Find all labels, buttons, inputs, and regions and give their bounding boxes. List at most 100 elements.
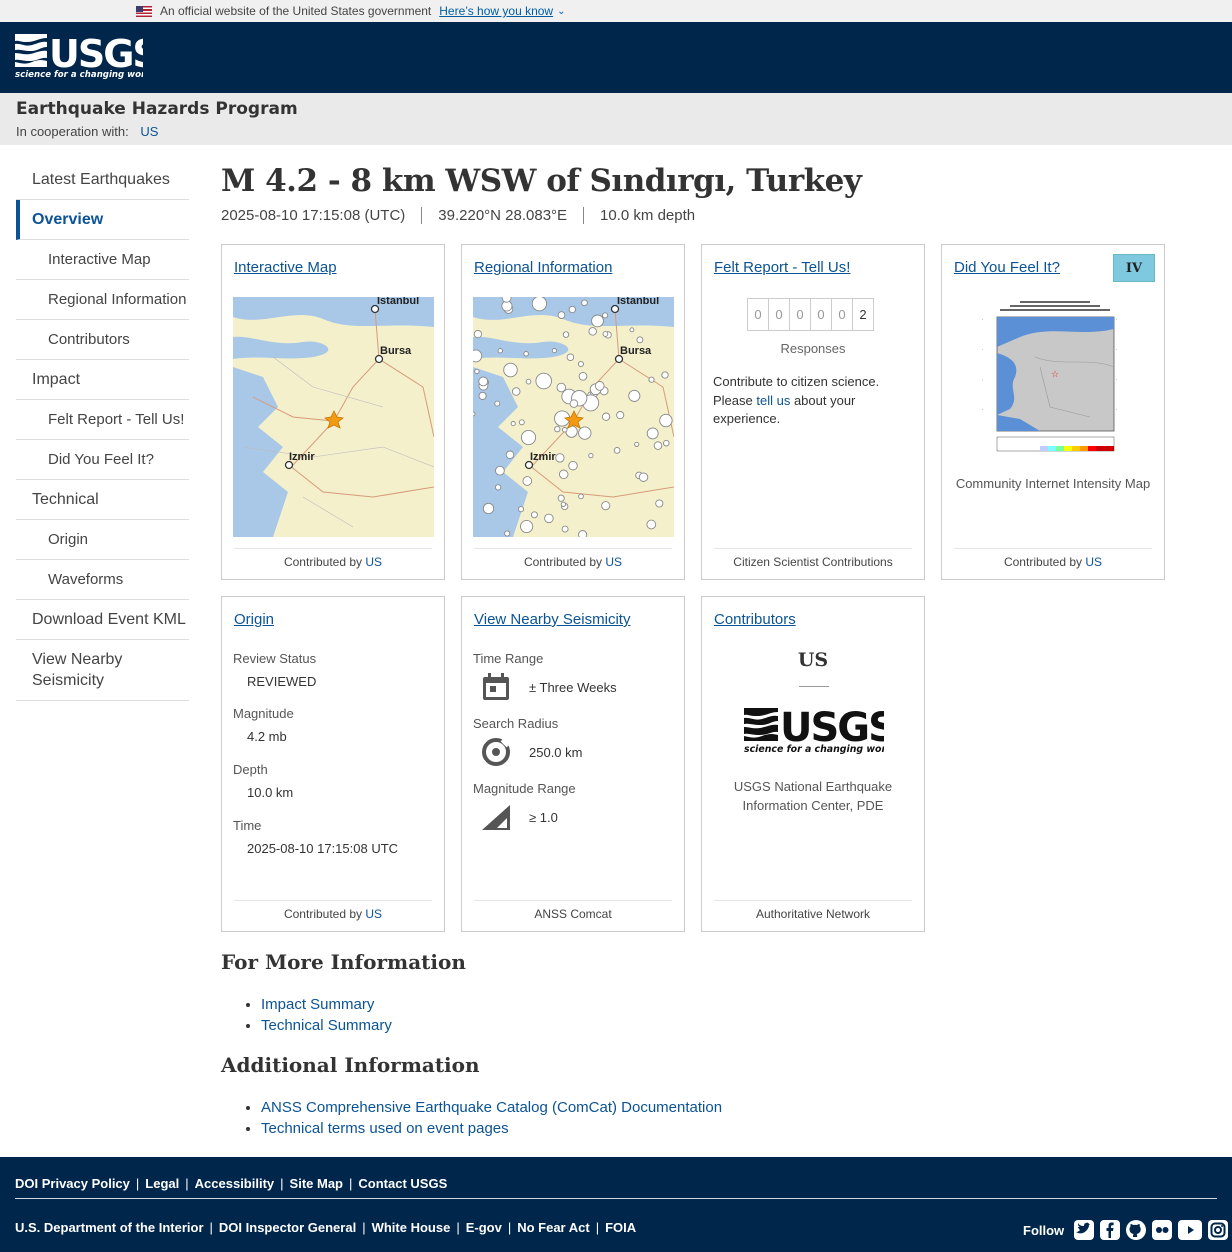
response-counter: 0 0 0 0 0 2 bbox=[747, 298, 874, 331]
sidebar-item-download-event-kml[interactable]: Download Event KML bbox=[16, 600, 189, 640]
footer-separator: | bbox=[507, 1220, 512, 1235]
seismicity-dot bbox=[577, 360, 584, 368]
sidebar-item-waveforms[interactable]: Waveforms bbox=[16, 560, 189, 600]
list-item: Impact Summary bbox=[261, 994, 392, 1015]
contributor-link[interactable]: US bbox=[605, 555, 622, 569]
footer-link-doi-privacy-policy[interactable]: DOI Privacy Policy bbox=[15, 1176, 130, 1191]
citizen-science-text: Contribute to citizen science. Please te… bbox=[713, 373, 904, 429]
seismicity-dot bbox=[557, 311, 566, 319]
dyfi-card[interactable]: Did You Feel It? IV ☆ · · · · · · · · Co… bbox=[941, 244, 1165, 580]
seismicity-dot bbox=[473, 329, 483, 339]
footer-link-accessibility[interactable]: Accessibility bbox=[195, 1176, 275, 1191]
interactive-map-footer: Contributed by US bbox=[234, 548, 432, 569]
how-you-know-link[interactable]: Here’s how you know bbox=[439, 4, 553, 18]
felt-report-link[interactable]: Felt Report - Tell Us! bbox=[714, 259, 850, 276]
sidebar-item-impact[interactable]: Impact bbox=[16, 360, 189, 400]
sidebar-item-view-nearby-seismicity[interactable]: View Nearby Seismicity bbox=[16, 640, 189, 701]
contributor-link[interactable]: US bbox=[365, 907, 382, 921]
event-time: 2025-08-10 17:15:08 (UTC) bbox=[221, 207, 406, 224]
tell-us-link[interactable]: tell us bbox=[756, 393, 790, 408]
seismicity-dot bbox=[531, 297, 548, 312]
facebook-icon[interactable] bbox=[1100, 1220, 1121, 1240]
nearby-seismicity-card[interactable]: View Nearby Seismicity Time Range ± Thre… bbox=[461, 596, 685, 932]
sidebar-item-felt-report-tell-us[interactable]: Felt Report - Tell Us! bbox=[16, 400, 189, 440]
footer-link-contact-usgs[interactable]: Contact USGS bbox=[358, 1176, 447, 1191]
seismicity-dot bbox=[473, 411, 476, 417]
search-radius-row: 250.0 km bbox=[473, 737, 674, 767]
youtube-icon[interactable] bbox=[1178, 1220, 1203, 1240]
interactive-map-link[interactable]: Interactive Map bbox=[234, 259, 337, 276]
sidebar-item-latest-earthquakes[interactable]: Latest Earthquakes bbox=[16, 160, 189, 200]
footer-link-doi-inspector-general[interactable]: DOI Inspector General bbox=[219, 1220, 356, 1235]
seismicity-dot bbox=[556, 382, 567, 393]
sidebar-item-origin[interactable]: Origin bbox=[16, 520, 189, 560]
sidebar-item-interactive-map[interactable]: Interactive Map bbox=[16, 240, 189, 280]
time-range-value: ± Three Weeks bbox=[529, 679, 617, 695]
footer-link-foia[interactable]: FOIA bbox=[605, 1220, 636, 1235]
contributor-link[interactable]: US bbox=[1085, 555, 1102, 569]
interactive-map-thumbnail[interactable]: Istanbul Bursa Izmir bbox=[233, 297, 434, 537]
footer-link-u-s-department-of-the-interior[interactable]: U.S. Department of the Interior bbox=[15, 1220, 204, 1235]
seismicity-dot bbox=[578, 371, 588, 381]
technical-terms-link[interactable]: Technical terms used on event pages bbox=[261, 1120, 509, 1137]
nearby-params: Time Range ± Three Weeks Search Radius 2… bbox=[473, 651, 674, 832]
regional-information-card[interactable]: Regional Information Istanbul Bursa Izmi… bbox=[461, 244, 685, 580]
footer-link-white-house[interactable]: White House bbox=[372, 1220, 451, 1235]
footer-link-site-map[interactable]: Site Map bbox=[290, 1176, 343, 1191]
comcat-docs-link[interactable]: ANSS Comprehensive Earthquake Catalog (C… bbox=[261, 1099, 722, 1116]
seismicity-dot bbox=[659, 413, 673, 428]
seismicity-dot bbox=[494, 400, 501, 407]
seismicity-dot bbox=[562, 331, 570, 338]
footer-link-e-gov[interactable]: E-gov bbox=[466, 1220, 502, 1235]
technical-summary-link[interactable]: Technical Summary bbox=[261, 1017, 392, 1034]
sidebar-item-contributors[interactable]: Contributors bbox=[16, 320, 189, 360]
counter-digit: 0 bbox=[831, 298, 853, 331]
svg-text:Bursa: Bursa bbox=[620, 345, 652, 357]
contributors-footer: Authoritative Network bbox=[714, 900, 912, 921]
usgs-logo[interactable]: USGS science for a changing world bbox=[15, 31, 143, 81]
footer-separator: | bbox=[280, 1176, 284, 1191]
nearby-seismicity-link[interactable]: View Nearby Seismicity bbox=[474, 611, 630, 628]
impact-summary-link[interactable]: Impact Summary bbox=[261, 996, 374, 1013]
radius-target-icon bbox=[482, 738, 510, 766]
sidebar-item-overview[interactable]: Overview bbox=[16, 200, 189, 240]
origin-link[interactable]: Origin bbox=[234, 611, 274, 628]
contributor-link[interactable]: US bbox=[365, 555, 382, 569]
contributors-card[interactable]: Contributors US USGS science for a chang… bbox=[701, 596, 925, 932]
dyfi-map-thumbnail[interactable]: ☆ · · · · · · · · bbox=[980, 297, 1130, 465]
seismicity-dot bbox=[558, 469, 569, 480]
coop-label: In cooperation with: bbox=[16, 124, 129, 139]
seismicity-dot bbox=[555, 453, 565, 463]
footer-link-legal[interactable]: Legal bbox=[145, 1176, 179, 1191]
sidebar-item-technical[interactable]: Technical bbox=[16, 480, 189, 520]
coop-network-link[interactable]: US bbox=[140, 124, 158, 139]
seismicity-dot bbox=[520, 429, 537, 446]
seismicity-dot bbox=[561, 525, 569, 533]
magnitude-range-row: ≥ 1.0 bbox=[473, 802, 674, 832]
chevron-down-icon[interactable]: ⌄ bbox=[557, 6, 565, 17]
github-icon[interactable] bbox=[1126, 1220, 1147, 1240]
regional-information-link[interactable]: Regional Information bbox=[474, 259, 612, 276]
instagram-icon[interactable] bbox=[1208, 1220, 1229, 1240]
seismicity-dot bbox=[554, 425, 561, 433]
felt-report-card[interactable]: Felt Report - Tell Us! 0 0 0 0 0 2 Respo… bbox=[701, 244, 925, 580]
sidebar-item-did-you-feel-it[interactable]: Did You Feel It? bbox=[16, 440, 189, 480]
seismicity-dot bbox=[565, 425, 578, 438]
seismicity-dot bbox=[522, 476, 533, 486]
origin-card[interactable]: Origin Review Status REVIEWED Magnitude … bbox=[221, 596, 445, 932]
twitter-icon[interactable] bbox=[1074, 1220, 1095, 1240]
gov-banner-text: An official website of the United States… bbox=[160, 4, 432, 18]
interactive-map-card[interactable]: Interactive Map Istanbul Bursa Izmir Con… bbox=[221, 244, 445, 580]
counter-digit: 0 bbox=[768, 298, 790, 331]
dyfi-link[interactable]: Did You Feel It? bbox=[954, 259, 1060, 276]
footer-link-no-fear-act[interactable]: No Fear Act bbox=[517, 1220, 589, 1235]
flickr-icon[interactable] bbox=[1152, 1220, 1173, 1240]
footer-separator: | bbox=[185, 1176, 189, 1191]
time-value: 2025-08-10 17:15:08 UTC bbox=[247, 841, 399, 856]
sidebar-item-regional-information[interactable]: Regional Information bbox=[16, 280, 189, 320]
regional-map-thumbnail[interactable]: Istanbul Bursa Izmir bbox=[473, 297, 674, 537]
program-title[interactable]: Earthquake Hazards Program bbox=[16, 99, 1216, 119]
contributors-link[interactable]: Contributors bbox=[714, 611, 796, 628]
seismicity-dot bbox=[566, 353, 575, 361]
contributed-by-label: Contributed by bbox=[283, 555, 363, 569]
